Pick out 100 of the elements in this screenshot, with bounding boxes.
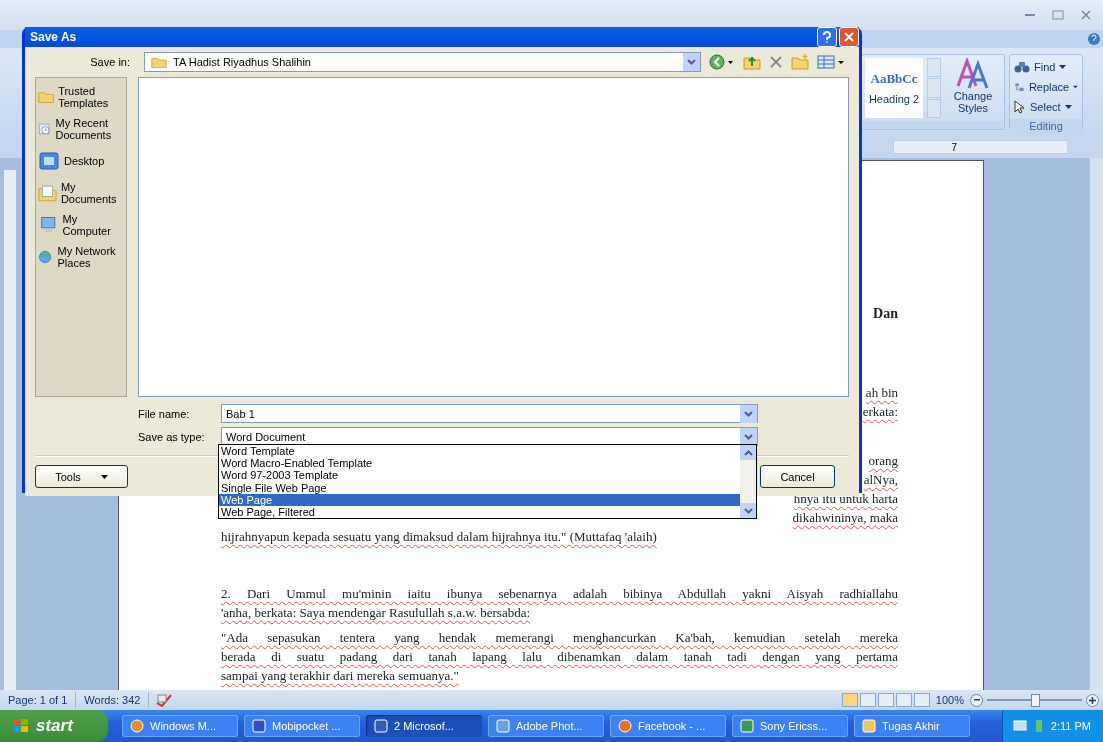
document-text: 2. Dari Ummul mu'minin iaitu ibunya sebenarnya adalah bibinya Abdullah yakni Aisyah radhiallahu [221,585,898,603]
taskbar-button[interactable]: Sony Ericss... [732,715,848,737]
file-name-field[interactable]: Bab 1 [221,404,758,423]
document-text: orang [868,452,898,470]
save-in-dropdown[interactable]: TA Hadist Riyadhus Shalihin [144,52,701,72]
list-option[interactable]: Word Template [219,445,740,458]
restore-button[interactable] [1051,9,1065,21]
taskbar-button[interactable]: Adobe Phot... [488,715,604,737]
document-text: sampai yang terakhir dari mereka semuanya." [221,667,460,685]
phone-icon [1034,719,1043,733]
styles-letter-icon [955,58,991,90]
document-text: 'anha, berkata: Saya mendengar Rasulullah s.a.w. bersabda: [221,604,532,622]
zoom-in-button[interactable] [1086,693,1099,707]
folder-name: TA Hadist Riyadhus Shalihin [173,56,311,68]
places-item[interactable]: Desktop [38,147,124,175]
zoom-thumb[interactable] [1030,693,1040,707]
document-text: dikahwininya, maka [792,509,898,527]
document-text: erkata: [862,403,898,421]
chevron-down-icon [744,410,753,417]
group-label: Editing [1010,119,1082,134]
page-count: Page: 1 of 1 [0,692,77,708]
start-button[interactable]: start [0,710,108,742]
field-label: Save as type: [138,430,206,443]
document-text: "Ada sepasukan tentera yang hendak memerangi menghancurkan Ka'bah, kemudian setelah mereka [221,629,898,647]
list-option[interactable]: Single File Web Page [219,481,740,494]
list-option[interactable]: Word Macro-Enabled Template [219,457,740,470]
tools-button[interactable]: Tools [35,465,128,488]
places-item[interactable]: My Documents [38,179,124,207]
ribbon-button[interactable]: Replace [1014,77,1078,97]
app-icon [252,719,266,733]
list-option[interactable]: Web Page [219,493,740,506]
chevron-down-icon [687,59,696,65]
folder-icon [151,55,167,69]
caret-icon [1064,105,1072,109]
binoculars-icon [1014,60,1030,74]
cursor-icon [1014,100,1026,114]
taskbar-button[interactable]: Windows M... [122,715,238,737]
field-label: Save in: [89,56,131,68]
heading-text: Dan [873,305,898,323]
document-text: ah bin [865,384,898,402]
taskbar-button[interactable]: Mobipocket ... [244,715,360,737]
places-item[interactable]: My Recent Documents [38,115,124,143]
ribbon-button[interactable]: Find [1014,57,1078,77]
document-text: alNya, [863,471,898,489]
taskbar-button[interactable]: 2 Microsof... [366,715,482,737]
style-gallery-item[interactable]: AaBbCc Heading 2 [865,58,923,118]
network-icon [1012,720,1027,732]
view-button[interactable] [841,693,858,707]
plus-icon [1089,696,1096,704]
help-icon[interactable] [1087,32,1101,46]
app-icon [496,719,510,733]
word-count: Words: 342 [76,692,150,708]
desktop-icon [38,151,60,171]
cancel-button[interactable]: Cancel [760,465,835,488]
delete-icon[interactable] [769,55,783,69]
view-button[interactable] [877,693,894,707]
zoom-out-button[interactable] [970,693,983,707]
close-icon [844,32,854,42]
view-button[interactable] [859,693,876,707]
app-icon [130,719,144,733]
field-label: File name: [138,407,191,420]
folder-icon [862,719,876,733]
view-button[interactable] [895,693,912,707]
proofing-icon [155,693,174,707]
list-option[interactable]: Word 97-2003 Template [219,469,740,482]
new-folder-icon[interactable] [791,54,809,70]
taskbar-button[interactable]: Tugas Akhir [854,715,970,737]
close-button[interactable] [1079,9,1093,21]
windows-logo-icon [12,718,30,734]
restore-icon [1052,10,1064,20]
close-icon [1081,10,1091,20]
zoom-level: 100% [934,694,965,706]
chevron-down-icon [744,433,753,440]
help-button[interactable] [817,27,837,47]
caret-icon [1073,85,1078,89]
minimize-icon [1025,13,1035,17]
document-text: hijrahnyapun kepada sesuatu yang dimaksud dalam hijrahnya itu." (Muttafaq 'alaih) [221,528,658,546]
taskbar-button[interactable]: Facebook - ... [610,715,726,737]
ruler: 7 [893,140,1068,154]
dialog-title: Save As [30,30,77,44]
document-text: berada di suatu padang dari tanah lapang lalu dibenamkan dalam tanah tadi dengan yang pertama [221,648,898,666]
places-item[interactable]: My Computer [38,211,124,239]
back-icon[interactable] [709,54,735,70]
close-button[interactable] [839,27,859,47]
list-option[interactable]: Web Page, Filtered [219,505,740,519]
view-button[interactable] [913,693,930,707]
places-item[interactable]: Trusted Templates [38,83,124,111]
question-mark-icon [822,31,832,43]
folder-document-icon [38,183,57,203]
views-icon[interactable] [817,55,845,69]
caret-icon [1059,65,1067,69]
clock: 2:11 PM [1050,720,1091,732]
caret-icon [100,474,108,479]
up-folder-icon[interactable] [743,54,761,70]
change-styles-button[interactable]: Change Styles [945,58,1001,118]
scroll-up-icon [743,449,753,456]
app-icon [374,719,388,733]
chevron-down-icon [743,507,753,514]
ribbon-button[interactable]: Select [1014,97,1078,117]
places-item[interactable]: My Network Places [38,243,124,271]
